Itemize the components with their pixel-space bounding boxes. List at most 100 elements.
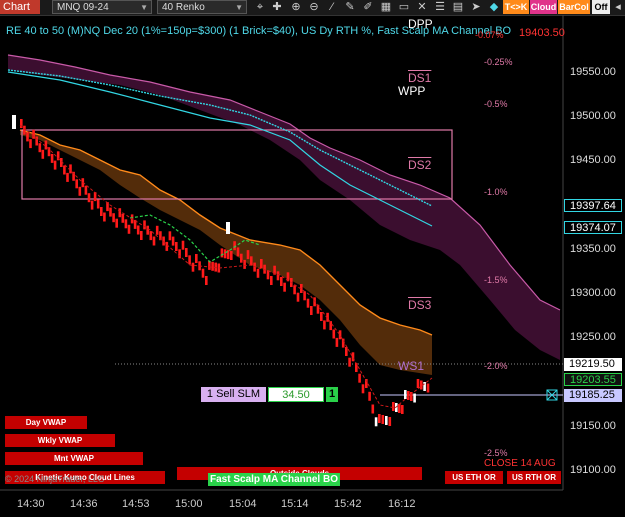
- level-ws1: WS1: [398, 359, 425, 373]
- price-tag-ma-slow: 19374.07: [564, 221, 622, 234]
- renko-brick: [345, 347, 348, 356]
- renko-brick: [96, 199, 100, 209]
- order-label[interactable]: 1 Sell SLM: [201, 387, 266, 402]
- off-toggle[interactable]: Off: [592, 0, 610, 14]
- draw-icon[interactable]: ⁄: [325, 0, 339, 14]
- renko-brick: [188, 255, 191, 265]
- renko-brick: [53, 160, 57, 170]
- renko-brick: [100, 207, 103, 216]
- renko-brick: [388, 417, 392, 426]
- renko-brick: [230, 251, 233, 260]
- renko-brick: [124, 219, 128, 229]
- renko-brick: [358, 373, 361, 383]
- renko-brick: [84, 185, 88, 195]
- time-tick: 14:36: [70, 498, 98, 510]
- time-tick: 15:04: [229, 498, 257, 510]
- price-tick: 19150.00: [570, 420, 616, 432]
- renko-brick: [413, 393, 416, 403]
- interval-select[interactable]: 40 Renko ▼: [157, 0, 247, 14]
- renko-brick: [329, 321, 332, 331]
- level-ds1: DS1: [408, 71, 432, 85]
- day-vwap-button[interactable]: Day VWAP: [5, 416, 87, 429]
- renko-brick: [374, 417, 378, 427]
- renko-brick: [423, 382, 426, 391]
- renko-brick: [29, 139, 32, 149]
- renko-brick: [146, 225, 149, 235]
- renko-brick: [63, 165, 66, 175]
- renko-brick: [205, 276, 208, 285]
- renko-brick: [401, 405, 404, 414]
- renko-brick: [162, 236, 165, 246]
- chevron-down-icon: ▼: [235, 3, 243, 12]
- chevron-down-icon: ▼: [140, 3, 148, 12]
- cursor-icon[interactable]: ⌖: [253, 0, 267, 14]
- renko-brick: [178, 249, 181, 259]
- renko-brick: [338, 330, 342, 340]
- renko-brick: [407, 391, 410, 400]
- time-tick: 15:14: [281, 498, 309, 510]
- renko-brick: [348, 357, 351, 367]
- fast-scalp-button[interactable]: Fast Scalp MA Channel BO: [208, 473, 340, 486]
- renko-brick: [90, 200, 94, 210]
- renko-brick: [426, 383, 430, 393]
- zoom-in-icon[interactable]: ⊕: [289, 0, 303, 14]
- interval-value: 40 Renko: [162, 2, 205, 13]
- renko-brick: [155, 225, 159, 235]
- renko-brick: [112, 213, 115, 223]
- copyright: © 2024 NinjaTrader, LLC: [5, 474, 105, 484]
- wkly-vwap-button[interactable]: Wkly VWAP: [5, 434, 115, 447]
- renko-brick: [168, 231, 172, 241]
- renko-brick: [75, 179, 78, 189]
- order-qty[interactable]: 1: [326, 387, 338, 402]
- tk-toggle[interactable]: T<>K: [503, 0, 529, 14]
- renko-brick: [276, 271, 280, 281]
- renko-brick: [280, 277, 283, 286]
- price-tick: 19250.00: [570, 331, 616, 343]
- renko-brick: [136, 225, 140, 235]
- renko-brick: [243, 259, 246, 269]
- pen-icon[interactable]: ✎: [343, 0, 357, 14]
- renko-brick: [323, 320, 326, 330]
- top-pct: -0.07%: [475, 30, 504, 40]
- box-icon[interactable]: ▭: [397, 0, 411, 14]
- calendar-icon[interactable]: ▤: [451, 0, 465, 14]
- cloud-toggle[interactable]: Cloud: [530, 0, 557, 14]
- renko-brick: [41, 149, 45, 159]
- cross-icon[interactable]: ✕: [415, 0, 429, 14]
- order-price[interactable]: 34.50: [268, 387, 324, 402]
- pct-label: -2.5%: [484, 448, 508, 458]
- chart-style-icon[interactable]: ◆: [487, 0, 501, 14]
- renko-brick: [149, 231, 153, 241]
- renko-brick: [201, 268, 205, 278]
- pct-label: -0.5%: [484, 99, 508, 109]
- renko-brick: [246, 250, 250, 260]
- renko-brick: [165, 241, 169, 251]
- price-tick: 19550.00: [570, 66, 616, 78]
- crosshair-icon[interactable]: ✚: [270, 0, 284, 14]
- renko-brick: [220, 248, 224, 258]
- us-rth-or-button[interactable]: US RTH OR: [507, 471, 561, 484]
- renko-brick: [78, 186, 82, 196]
- level-dpp: DPP: [408, 17, 433, 31]
- barcol-toggle[interactable]: BarCol: [558, 0, 590, 14]
- more-icon[interactable]: ◂: [611, 0, 625, 14]
- arrow-icon[interactable]: ➤: [469, 0, 483, 14]
- price-tag-green: 19203.55: [564, 373, 622, 386]
- instrument-select[interactable]: MNQ 09-24 ▼: [52, 0, 152, 14]
- top-price: 19403.50: [519, 27, 565, 39]
- chart-tab[interactable]: Chart: [0, 0, 40, 14]
- renko-brick: [181, 240, 185, 250]
- renko-brick: [416, 379, 420, 388]
- pencil-icon[interactable]: ✐: [361, 0, 375, 14]
- renko-brick: [191, 262, 195, 272]
- zoom-out-icon[interactable]: ⊖: [307, 0, 321, 14]
- price-tick: 19100.00: [570, 464, 616, 476]
- renko-brick: [50, 153, 54, 163]
- renko-brick: [87, 193, 91, 203]
- us-eth-or-button[interactable]: US ETH OR: [445, 471, 503, 484]
- renko-brick: [127, 224, 131, 234]
- grid-icon[interactable]: ▦: [379, 0, 393, 14]
- renko-brick: [398, 404, 401, 413]
- mnt-vwap-button[interactable]: Mnt VWAP: [5, 452, 143, 465]
- sliders-icon[interactable]: ☰: [433, 0, 447, 14]
